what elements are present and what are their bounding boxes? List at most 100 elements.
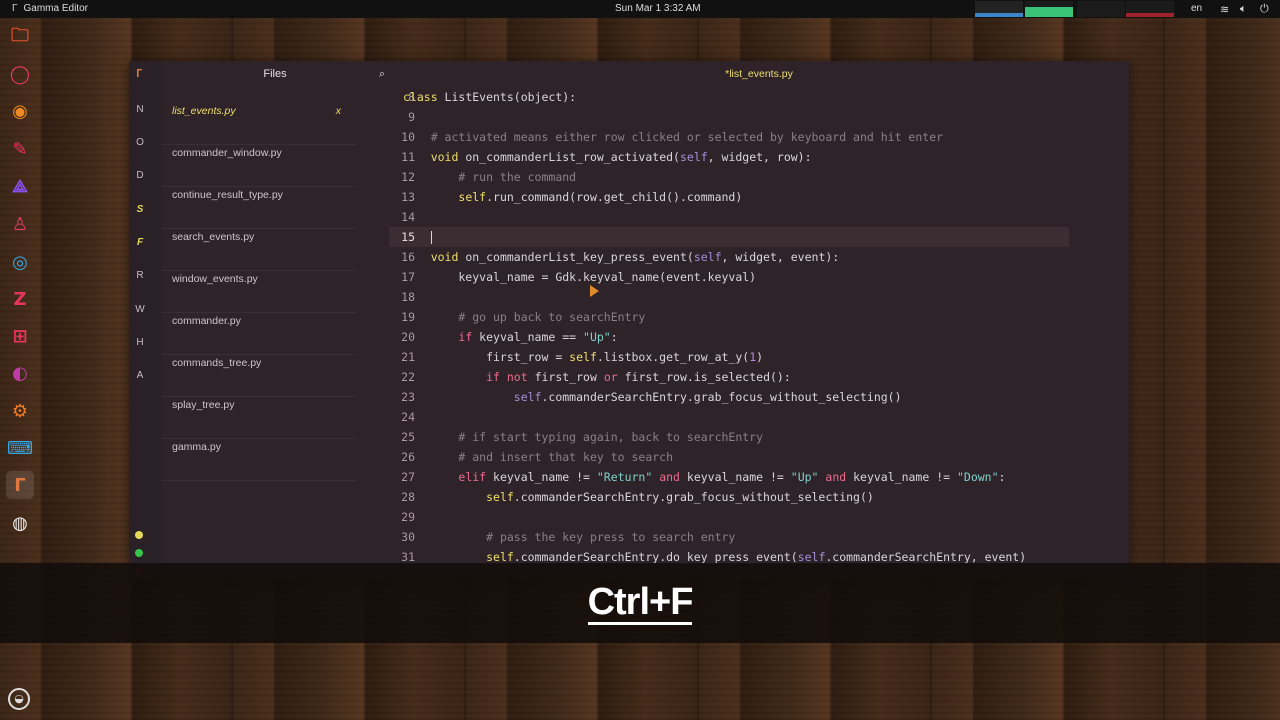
load-monitor[interactable] <box>1126 1 1174 17</box>
power-icon[interactable]: ⏻ <box>1260 3 1269 16</box>
code-line[interactable]: 9 <box>389 107 1069 127</box>
search-icon[interactable]: ⌕ <box>379 67 385 81</box>
file-name: list_events.py <box>172 105 236 117</box>
wifi-icon[interactable]: ≋ <box>1220 3 1229 16</box>
file-name: commander_window.py <box>172 147 282 159</box>
file-name: commands_tree.py <box>172 357 262 369</box>
rail-letter-a[interactable]: A <box>129 370 151 381</box>
code-line[interactable]: 25 # if start typing again, back to sear… <box>389 427 1069 447</box>
code-line[interactable]: 11 void on_commanderList_row_activated(s… <box>389 147 1069 167</box>
code-line[interactable]: 15 <box>389 227 1069 247</box>
shortcut-keys: Ctrl+F <box>587 580 693 625</box>
file-item[interactable]: gamma.py <box>161 439 357 481</box>
file-item[interactable]: list_events.py x <box>161 103 357 145</box>
status-dot <box>135 549 143 557</box>
close-file-icon[interactable]: x <box>336 103 341 119</box>
clock[interactable]: Sun Mar 1 3:32 AM <box>615 3 701 14</box>
rail-letter-w[interactable]: W <box>129 304 151 315</box>
code-line[interactable]: 21 first_row = self.listbox.get_row_at_y… <box>389 347 1069 367</box>
file-name: continue_result_type.py <box>172 189 283 201</box>
terminal-icon[interactable]: ⌨ <box>6 434 34 462</box>
rail-letter-o[interactable]: O <box>129 137 151 148</box>
line-code: # go up back to searchEntry <box>458 310 646 324</box>
line-number: 9 <box>408 110 415 124</box>
active-app-menu[interactable]: Γ Gamma Editor <box>12 3 88 14</box>
code-line[interactable]: 26 # and insert that key to search <box>389 447 1069 467</box>
code-line[interactable]: 23 self.commanderSearchEntry.grab_focus_… <box>389 387 1069 407</box>
status-dot <box>135 531 143 539</box>
inkscape-icon[interactable]: ♙ <box>6 210 34 238</box>
file-item[interactable]: search_events.py <box>161 229 357 271</box>
code-line[interactable]: 12 # run the command <box>389 167 1069 187</box>
line-code: # and insert that key to search <box>458 450 674 464</box>
file-item[interactable]: commands_tree.py <box>161 355 357 397</box>
sidebar-title: Files <box>263 68 287 80</box>
line-code: if not first_row or first_row.is_selecte… <box>486 370 791 384</box>
file-item[interactable]: splay_tree.py <box>161 397 357 439</box>
code-line[interactable]: 8 class ListEvents(object): <box>389 87 1069 107</box>
line-code: self.commanderSearchEntry.grab_focus_wit… <box>513 390 902 404</box>
calculator-icon[interactable]: ⊞ <box>6 322 34 350</box>
code-line[interactable]: 30 # pass the key press to search entry <box>389 527 1069 547</box>
line-code: void on_commanderList_key_press_event(se… <box>430 250 840 264</box>
rail-letter-s[interactable]: S <box>129 204 151 215</box>
line-code: # run the command <box>458 170 577 184</box>
file-item[interactable]: window_events.py <box>161 271 357 313</box>
file-name: search_events.py <box>172 231 255 243</box>
obs-icon[interactable]: ◍ <box>6 509 34 537</box>
code-line[interactable]: 22 if not first_row or first_row.is_sele… <box>389 367 1069 387</box>
file-item[interactable]: continue_result_type.py <box>161 187 357 229</box>
owl-icon[interactable]: ◎ <box>6 248 34 276</box>
vscode-icon[interactable]: ⟁ <box>6 172 34 200</box>
code-line[interactable]: 14 <box>389 207 1069 227</box>
code-line[interactable]: 10 # activated means either row clicked … <box>389 127 1069 147</box>
volume-icon[interactable]: 🔈︎ <box>1240 3 1247 16</box>
code-line[interactable]: 13 self.run_command(row.get_child().comm… <box>389 187 1069 207</box>
files-icon[interactable]: 🗀 <box>6 24 34 52</box>
file-name: window_events.py <box>172 273 258 285</box>
line-code: self.run_command(row.get_child().command… <box>458 190 743 204</box>
code-editor[interactable]: *list_events.py 8 class ListEvents(object… <box>389 61 1129 581</box>
code-line[interactable]: 20 if keyval_name == "Up": <box>389 327 1069 347</box>
line-code: first_row = self.listbox.get_row_at_y(1) <box>403 350 764 364</box>
code-line[interactable]: 27 elif keyval_name != "Return" and keyv… <box>389 467 1069 487</box>
rail-letter-f[interactable]: F <box>129 237 151 248</box>
rail-letter-h[interactable]: H <box>129 337 151 348</box>
files-sidebar: Files ⌕ list_events.py x commander_window.… <box>161 61 389 581</box>
code-line[interactable]: 18 <box>389 287 1069 307</box>
text-editor-icon[interactable]: ✎ <box>6 135 34 163</box>
editor-tab-title: *list_events.py <box>725 68 793 80</box>
code-line[interactable]: 16 void on_commanderList_key_press_event… <box>389 247 1069 267</box>
mouse-pointer-icon <box>590 285 599 297</box>
toggle-icon[interactable]: ◐ <box>6 359 34 387</box>
line-number: 14 <box>401 210 415 224</box>
gamma-logo: Γ <box>136 67 143 80</box>
code-line[interactable]: 24 <box>389 407 1069 427</box>
line-code: # activated means either row clicked or … <box>430 130 944 144</box>
rail-letter-r[interactable]: R <box>129 270 151 281</box>
gamma-editor-window: Γ N O D S F R W H A Files ⌕ list_events.py x comma… <box>129 61 1129 581</box>
top-panel: Γ Gamma Editor Sun Mar 1 3:32 AM en ≋ 🔈︎ … <box>0 0 1280 18</box>
gamma-app-icon: Γ <box>12 3 18 14</box>
rail-letter-d[interactable]: D <box>129 170 151 181</box>
rail-letter-n[interactable]: N <box>129 104 151 115</box>
code-line[interactable]: 19 # go up back to searchEntry <box>389 307 1069 327</box>
file-item[interactable]: commander_window.py <box>161 145 357 187</box>
line-code <box>403 227 432 247</box>
opensuse-icon[interactable]: ◒ <box>8 688 30 710</box>
network-monitor[interactable] <box>1077 1 1125 17</box>
firefox-icon[interactable]: ◉ <box>6 97 34 125</box>
memory-monitor[interactable] <box>1025 1 1073 17</box>
cpu-monitor[interactable] <box>975 1 1023 17</box>
opera-icon[interactable]: ◯ <box>6 60 34 88</box>
line-code: class ListEvents(object): <box>403 90 577 104</box>
keyboard-layout[interactable]: en <box>1191 3 1202 14</box>
file-name: splay_tree.py <box>172 399 235 411</box>
code-line[interactable]: 29 <box>389 507 1069 527</box>
settings-icon[interactable]: ⚙ <box>6 397 34 425</box>
gamma-editor-icon[interactable]: Γ <box>6 471 34 499</box>
file-item[interactable]: commander.py <box>161 313 357 355</box>
filezilla-icon[interactable]: Z <box>6 285 34 313</box>
code-line[interactable]: 28 self.commanderSearchEntry.grab_focus_… <box>389 487 1069 507</box>
code-line[interactable]: 17 keyval_name = Gdk.keyval_name(event.k… <box>389 267 1069 287</box>
